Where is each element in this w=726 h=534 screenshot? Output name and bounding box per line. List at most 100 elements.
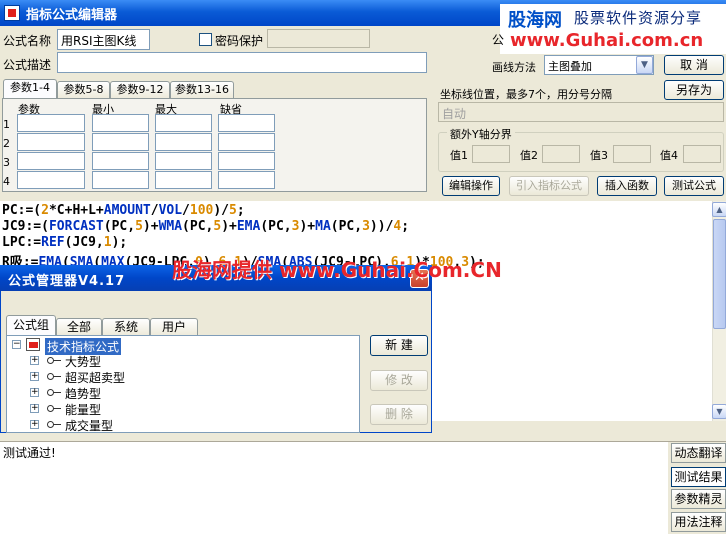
save-as-button[interactable]: 另存为 xyxy=(664,80,724,100)
param-4-default-input[interactable] xyxy=(218,171,275,189)
code-token: (PC, xyxy=(103,219,136,234)
tab-params-1-4[interactable]: 参数1-4 xyxy=(3,79,57,99)
axis-value-2-input[interactable] xyxy=(542,145,580,163)
code-token: *C+H+L+ xyxy=(48,203,104,218)
app-icon xyxy=(4,5,20,21)
test-formula-button[interactable]: 测试公式 xyxy=(664,176,724,196)
tab-usage-notes[interactable]: 用法注释 xyxy=(671,512,726,532)
tab-params-13-16[interactable]: 参数13-16 xyxy=(170,81,234,99)
code-token: ; xyxy=(401,219,410,234)
expand-icon[interactable]: + xyxy=(30,372,39,381)
axis-value-4-label: 值4 xyxy=(660,149,678,162)
code-token: ))/ xyxy=(369,219,394,234)
code-token: JC9:=( xyxy=(2,219,49,234)
window-title: 指标公式编辑器 xyxy=(26,8,118,23)
edit-operation-button[interactable]: 编辑操作 xyxy=(442,176,500,196)
formula-desc-input[interactable] xyxy=(57,52,427,73)
chevron-down-icon[interactable]: ▼ xyxy=(636,56,653,74)
param-2-default-input[interactable] xyxy=(218,133,275,151)
code-token: 100 xyxy=(189,203,214,218)
tree-node[interactable]: 大势型 xyxy=(65,353,101,370)
tab-all[interactable]: 全部 xyxy=(56,318,102,336)
modify-formula-button[interactable]: 修 改 xyxy=(370,370,428,391)
param-3-min-input[interactable] xyxy=(92,152,149,170)
axis-value-1-input[interactable] xyxy=(472,145,510,163)
password-label: 密码保护 xyxy=(215,34,264,48)
tab-dynamic-translate[interactable]: 动态翻译 xyxy=(671,443,726,463)
brand-logo: 股海网 股票软件资源分享 www.Guhai.com.cn xyxy=(500,4,726,54)
insert-function-button[interactable]: 插入函数 xyxy=(597,176,657,196)
expand-icon[interactable]: + xyxy=(30,388,39,397)
code-token: )+ xyxy=(299,219,316,234)
tab-param-wizard[interactable]: 参数精灵 xyxy=(671,489,726,509)
tree-node[interactable]: 趋势型 xyxy=(65,385,101,402)
code-token: (JC9, xyxy=(64,235,104,250)
collapse-icon[interactable]: − xyxy=(12,340,21,349)
code-token: 1 xyxy=(103,235,112,250)
code-token: (PC, xyxy=(260,219,292,234)
code-token: WMA xyxy=(158,219,183,234)
axis-value-3-input[interactable] xyxy=(613,145,651,163)
axis-value-4-input[interactable] xyxy=(683,145,721,163)
tab-params-5-8[interactable]: 参数5-8 xyxy=(57,81,110,99)
expand-icon[interactable]: + xyxy=(30,420,39,429)
tab-user[interactable]: 用户 xyxy=(150,318,198,336)
code-scrollbar[interactable]: ▲ ▼ xyxy=(712,201,726,421)
param-1-default-input[interactable] xyxy=(218,114,275,132)
param-4-name-input[interactable] xyxy=(17,171,85,189)
key-icon xyxy=(47,371,61,381)
cancel-button[interactable]: 取 消 xyxy=(664,55,724,75)
tree-node[interactable]: 成交量型 xyxy=(65,417,113,434)
key-icon xyxy=(47,419,61,429)
tab-params-9-12[interactable]: 参数9-12 xyxy=(110,81,170,99)
param-3-default-input[interactable] xyxy=(218,152,275,170)
code-token: VOL xyxy=(158,203,183,218)
formula-name-input[interactable]: 用RSI主图K线 xyxy=(57,29,150,50)
tree-node[interactable]: 超买超卖型 xyxy=(65,369,125,386)
watermark-text: 股海网提供 www.Guhai.Com.CN xyxy=(172,258,502,282)
expand-icon[interactable]: + xyxy=(30,404,39,413)
key-icon xyxy=(47,387,61,397)
key-icon xyxy=(47,403,61,413)
tab-test-result[interactable]: 测试结果 xyxy=(671,467,726,487)
param-4-min-input[interactable] xyxy=(92,171,149,189)
param-3-name-input[interactable] xyxy=(17,152,85,170)
new-formula-button[interactable]: 新 建 xyxy=(370,335,428,356)
param-1-max-input[interactable] xyxy=(155,114,212,132)
param-2-max-input[interactable] xyxy=(155,133,212,151)
brand-url: www.Guhai.com.cn xyxy=(510,30,704,51)
param-1-min-input[interactable] xyxy=(92,114,149,132)
tree-node[interactable]: 能量型 xyxy=(65,401,101,418)
code-token: 5 xyxy=(213,219,222,234)
axis-value-1-label: 值1 xyxy=(450,149,468,162)
axis-position-label: 坐标线位置，最多7个，用分号分隔 xyxy=(440,88,612,101)
brand-name: 股海网 xyxy=(508,10,562,31)
scroll-down-icon[interactable]: ▼ xyxy=(712,404,726,419)
expand-icon[interactable]: + xyxy=(30,356,39,365)
code-token: 5 xyxy=(229,203,237,218)
code-token: AMOUNT xyxy=(103,203,151,218)
axis-value-2-label: 值2 xyxy=(520,149,538,162)
delete-formula-button[interactable]: 删 除 xyxy=(370,404,428,425)
code-token: ; xyxy=(236,203,245,218)
code-token: 5 xyxy=(135,219,143,234)
password-checkbox[interactable] xyxy=(199,33,212,46)
import-formula-button[interactable]: 引入指标公式 xyxy=(509,176,589,196)
axis-value-3-label: 值3 xyxy=(590,149,608,162)
code-line: JC9:=(FORCAST(PC,5)+WMA(PC,5)+EMA(PC,3)+… xyxy=(2,219,409,234)
code-token: )+ xyxy=(221,219,237,234)
param-2-min-input[interactable] xyxy=(92,133,149,151)
tab-system[interactable]: 系统 xyxy=(102,318,150,336)
param-4-max-input[interactable] xyxy=(155,171,212,189)
scroll-up-icon[interactable]: ▲ xyxy=(712,202,726,217)
param-2-name-input[interactable] xyxy=(17,133,85,151)
scroll-thumb[interactable] xyxy=(713,219,726,329)
tab-formula-groups[interactable]: 公式组 xyxy=(6,315,56,336)
formula-name-label: 公式名称 xyxy=(3,34,52,48)
axis-position-input[interactable]: 自动 xyxy=(438,102,724,122)
code-token: )+ xyxy=(142,219,159,234)
param-3-max-input[interactable] xyxy=(155,152,212,170)
param-1-name-input[interactable] xyxy=(17,114,85,132)
code-token: (PC, xyxy=(330,219,363,234)
formula-desc-label: 公式描述 xyxy=(3,58,52,72)
